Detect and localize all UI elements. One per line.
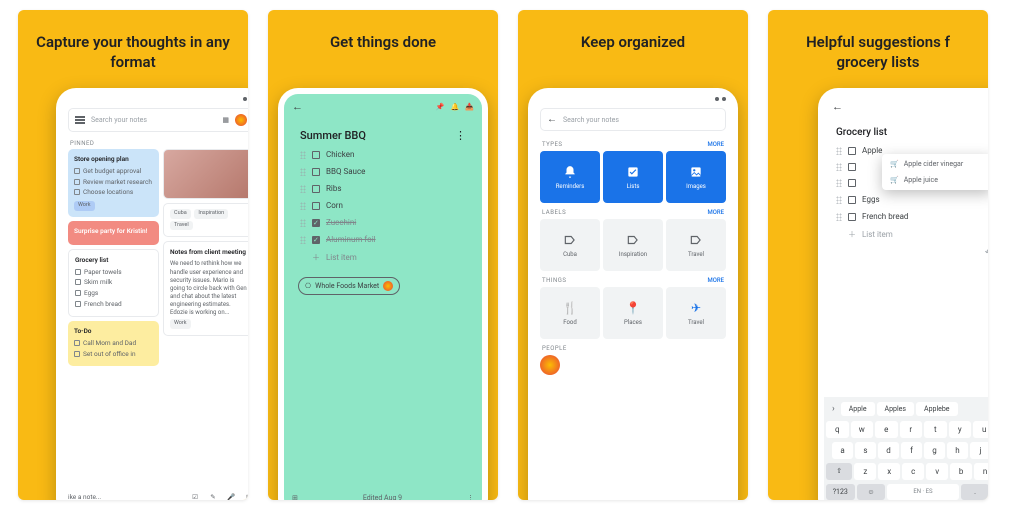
avatar[interactable] (235, 114, 247, 126)
tagline: Capture your thoughts in any format (18, 10, 248, 83)
kb-suggestion[interactable]: Applebe (916, 402, 957, 416)
phone-frame: Search your notes ▦ PINNED Store opening… (56, 88, 248, 500)
add-item-row[interactable]: ＋List item (824, 225, 988, 244)
list-item[interactable]: French bread (824, 208, 988, 225)
edited-timestamp: Edited Aug 9 (363, 494, 402, 500)
grid-view-icon[interactable]: ▦ (222, 116, 229, 124)
note-todo[interactable]: To-Do Call Mom and Dad Set out of office… (68, 321, 159, 366)
pin-icon[interactable]: 📌 (436, 103, 445, 111)
add-item-row[interactable]: ＋List item (284, 248, 482, 267)
back-icon[interactable]: ← (292, 100, 303, 113)
more-link[interactable]: MORE (707, 141, 724, 148)
screenshot-card-1: Capture your thoughts in any format Sear… (18, 10, 248, 500)
screenshot-card-4: Helpful suggestions f grocery lists ← 📌 … (768, 10, 988, 500)
note-surprise[interactable]: Surprise party for Kristin! (68, 221, 159, 245)
screenshot-card-2: Get things done ← 📌 🔔 📥 Summer BBQ ⋮ Chi… (268, 10, 498, 500)
archive-icon[interactable]: 📥 (465, 103, 474, 111)
label-tile[interactable]: Inspiration (603, 219, 663, 271)
screen: Search your notes ▦ PINNED Store opening… (62, 94, 248, 500)
checklist-icon[interactable]: ☑ (190, 492, 200, 500)
note-grocery[interactable]: Grocery list Paper towels Skim milk Eggs… (68, 249, 159, 317)
type-tile-images[interactable]: Images (666, 151, 726, 203)
undo-icon[interactable]: ↶ (985, 248, 988, 258)
spacebar[interactable]: EN · ES (887, 484, 959, 500)
list-item[interactable]: Corn (284, 197, 482, 214)
note-image[interactable] (163, 149, 248, 199)
tagline: Helpful suggestions f grocery lists (768, 10, 988, 83)
back-icon[interactable]: ← (832, 100, 843, 113)
list-item[interactable]: Eggs (824, 191, 988, 208)
status-bar (62, 94, 248, 104)
label-tile[interactable]: Cuba (540, 219, 600, 271)
status-bar (534, 94, 732, 104)
note-store-plan[interactable]: Store opening plan Get budget approval R… (68, 149, 159, 217)
shift-key[interactable]: ⇧ (826, 463, 852, 480)
more-icon[interactable]: ⋮ (455, 129, 466, 142)
note-title[interactable]: Summer BBQ (300, 129, 366, 142)
kb-suggestion[interactable]: Apple (841, 402, 875, 416)
bottom-bar: ike a note... ☑ ✎ 🎤 ▣ (68, 492, 248, 500)
symbols-key[interactable]: ?123 (826, 484, 855, 500)
kb-suggestion[interactable]: Apples (877, 402, 914, 416)
back-icon[interactable]: ← (547, 114, 557, 125)
note-client-meeting[interactable]: Notes from client meeting We need to ret… (163, 241, 248, 335)
add-action-icon[interactable]: ⊞ (292, 494, 298, 500)
list-item[interactable]: BBQ Sauce (284, 163, 482, 180)
chevron-right-icon[interactable]: › (828, 404, 839, 414)
keyboard: › Apple Apples Applebe qwertyui asdfghjk… (824, 397, 988, 500)
phone-frame: ← 📌 🔔 📥 Summer BBQ ⋮ Chicken BBQ Sauce R… (278, 88, 488, 500)
thing-tile-places[interactable]: 📍Places (603, 287, 663, 339)
label-tile[interactable]: Travel (666, 219, 726, 271)
more-link[interactable]: MORE (707, 209, 724, 216)
phone-frame: ← Search your notes TYPESMORE Reminders … (528, 88, 738, 500)
take-note-input[interactable]: ike a note... (68, 493, 101, 500)
cart-icon: 🛒 (890, 176, 899, 184)
food-icon: 🍴 (563, 301, 578, 315)
search-bar[interactable]: Search your notes ▦ (68, 108, 248, 132)
place-icon: 📍 (626, 301, 641, 315)
list-item-done[interactable]: Aluminum foil (284, 231, 482, 248)
autocomplete-popup: 🛒Apple cider vinegar 🛒Apple juice (882, 154, 988, 190)
image-icon[interactable]: ▣ (244, 492, 248, 500)
location-chip[interactable]: ⎔ Whole Foods Market (298, 277, 400, 295)
note-image-tags[interactable]: Cuba Inspiration Travel (163, 203, 248, 237)
more-link[interactable]: MORE (707, 277, 724, 284)
reminder-icon[interactable]: 🔔 (451, 103, 460, 111)
search-bar[interactable]: ← Search your notes (540, 108, 726, 131)
type-tile-reminders[interactable]: Reminders (540, 151, 600, 203)
place-icon: ⎔ (305, 282, 311, 290)
type-tile-lists[interactable]: Lists (603, 151, 663, 203)
person-avatar[interactable] (540, 355, 560, 375)
menu-icon[interactable] (75, 116, 85, 124)
cart-icon: 🛒 (890, 160, 899, 168)
mic-icon[interactable]: 🎤 (226, 492, 236, 500)
plane-icon: ✈ (691, 301, 701, 315)
screen: ← 📌 🔔 Grocery list Apple Eggs French bre… (824, 94, 988, 500)
thing-tile-travel[interactable]: ✈Travel (666, 287, 726, 339)
list-item[interactable]: Ribs (284, 180, 482, 197)
phone-frame: ← 📌 🔔 Grocery list Apple Eggs French bre… (818, 88, 988, 500)
list-item[interactable]: Chicken (284, 146, 482, 163)
suggestion-item[interactable]: 🛒Apple cider vinegar (882, 156, 988, 172)
key[interactable]: q (826, 421, 849, 438)
screen: ← Search your notes TYPESMORE Reminders … (534, 94, 732, 500)
tagline: Keep organized (518, 10, 748, 62)
list-item-done[interactable]: Zucchini (284, 214, 482, 231)
search-placeholder: Search your notes (91, 116, 216, 124)
suggestion-item[interactable]: 🛒Apple juice (882, 172, 988, 188)
tagline: Get things done (268, 10, 498, 62)
draw-icon[interactable]: ✎ (208, 492, 218, 500)
more-icon[interactable]: ⋮ (467, 494, 474, 500)
pinned-label: PINNED (62, 136, 248, 149)
screen: ← 📌 🔔 📥 Summer BBQ ⋮ Chicken BBQ Sauce R… (284, 94, 482, 500)
collaborator-avatar (383, 281, 393, 291)
note-title[interactable]: Grocery list (824, 119, 988, 142)
emoji-key[interactable]: ☺ (857, 484, 886, 500)
screenshot-card-3: Keep organized ← Search your notes TYPES… (518, 10, 748, 500)
thing-tile-food[interactable]: 🍴Food (540, 287, 600, 339)
